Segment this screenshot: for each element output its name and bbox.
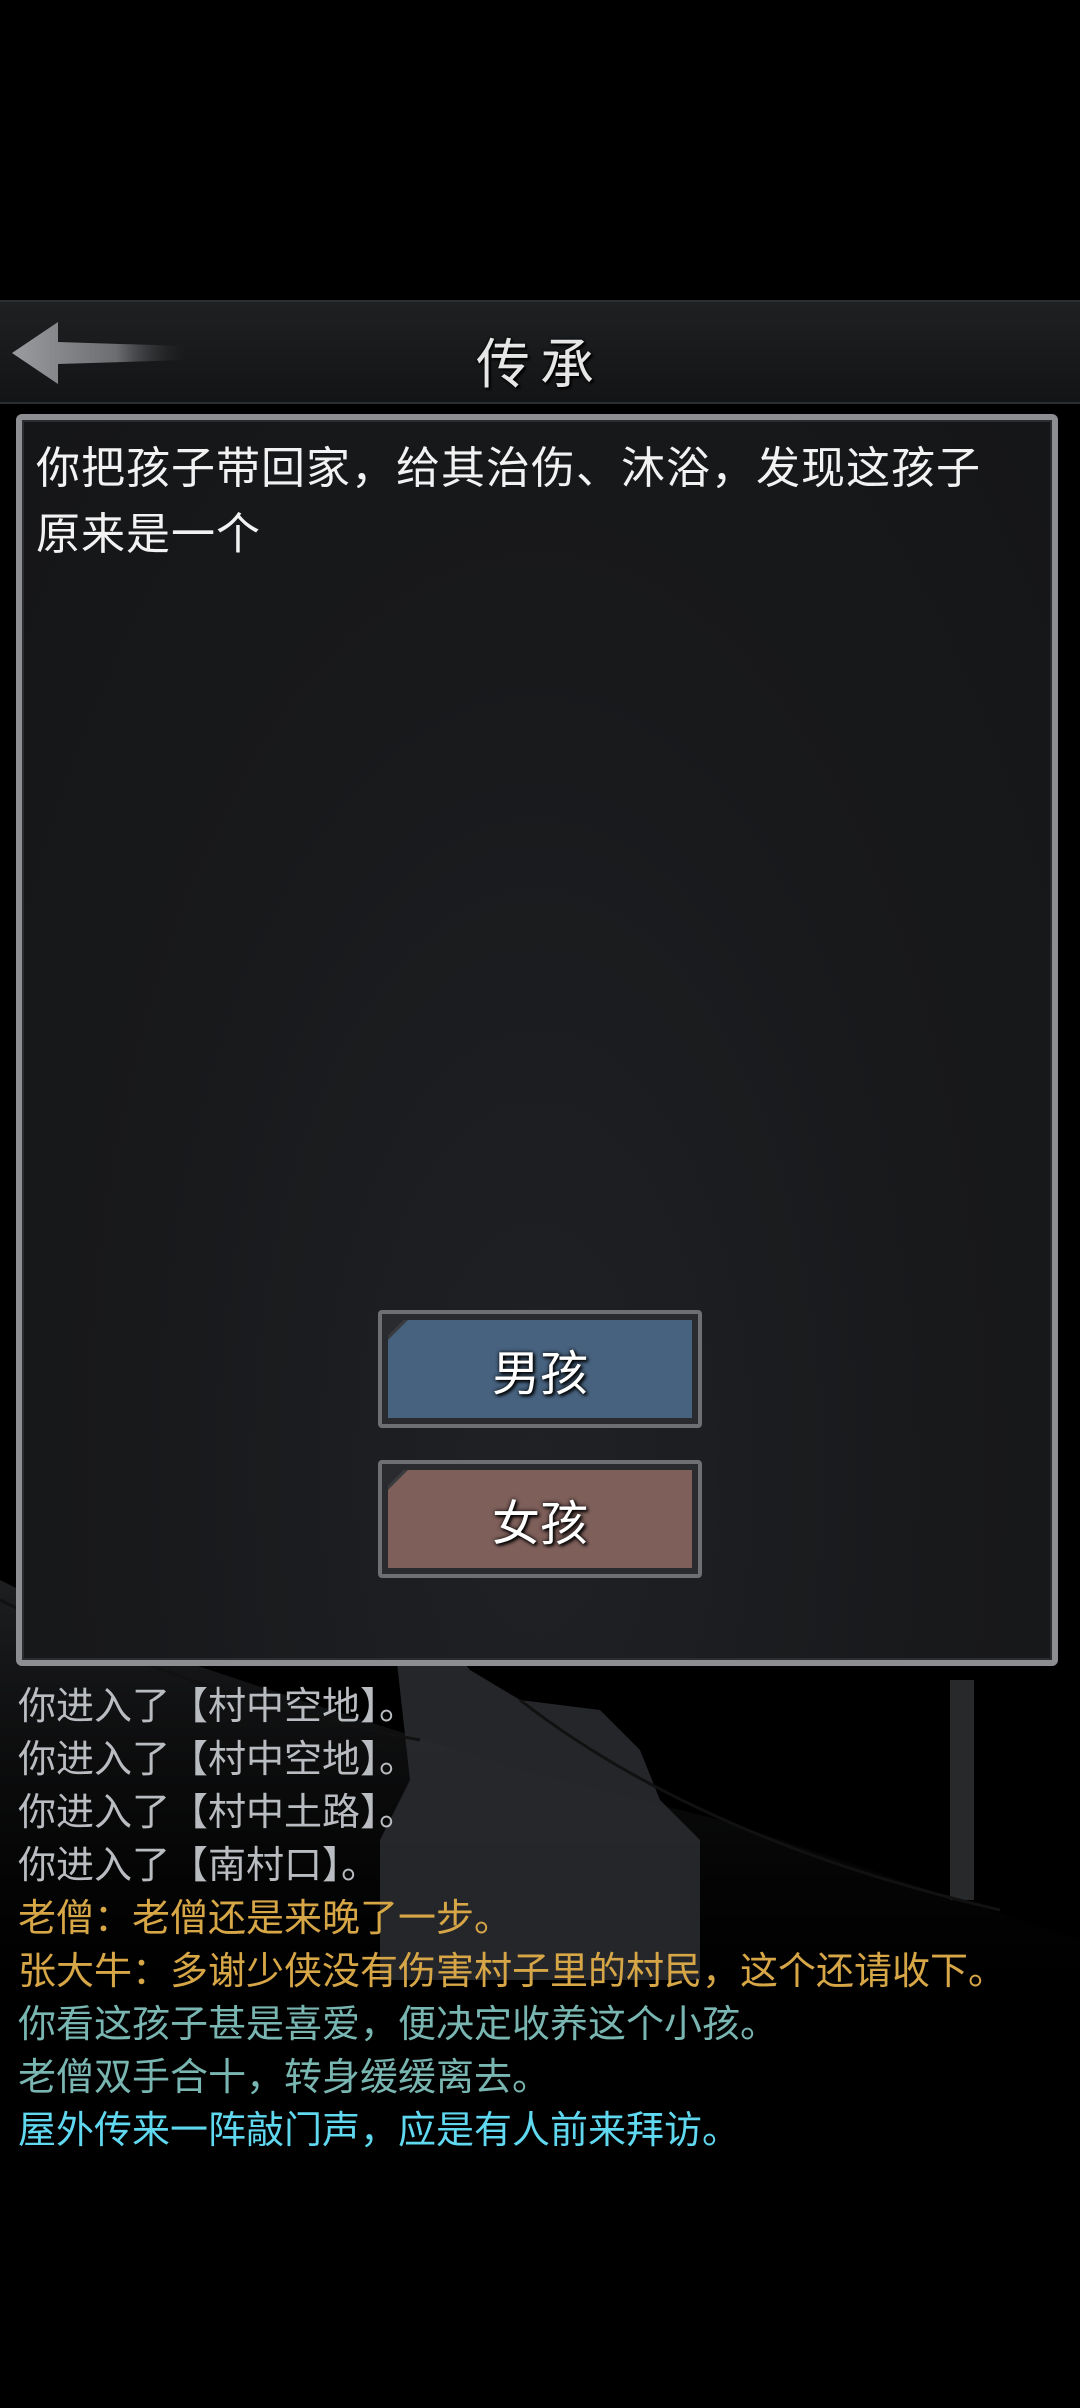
message-log: 你进入了【村中空地】。 你进入了【村中空地】。 你进入了【村中土路】。 你进入了… <box>18 1680 1068 2157</box>
page-title: 传承 <box>476 333 604 396</box>
log-entry: 你进入了【村中空地】。 <box>18 1684 418 1728</box>
story-text: 你把孩子带回家，给其治伤、沐浴，发现这孩子原来是一个 <box>36 443 981 560</box>
log-entry: 老僧双手合十，转身缓缓离去。 <box>18 2055 551 2099</box>
log-entry: 老僧：老僧还是来晚了一步。 <box>18 1896 513 1940</box>
choice-boy-label: 男孩 <box>388 1320 692 1418</box>
choice-girl-label: 女孩 <box>388 1470 692 1568</box>
choice-girl-button[interactable]: 女孩 <box>378 1460 702 1578</box>
log-entry: 屋外传来一阵敲门声，应是有人前来拜访。 <box>18 2108 741 2152</box>
log-entry: 你进入了【村中空地】。 <box>18 1737 418 1781</box>
log-entry: 你看这孩子甚是喜爱，便决定收养这个小孩。 <box>18 2002 779 2046</box>
log-entry: 你进入了【南村口】。 <box>18 1843 380 1887</box>
log-entry: 你进入了【村中土路】。 <box>18 1790 418 1834</box>
log-entry: 张大牛：多谢少侠没有伤害村子里的村民，这个还请收下。 <box>18 1949 1007 1993</box>
choice-boy-button[interactable]: 男孩 <box>378 1310 702 1428</box>
header-bar: 传承 <box>0 300 1080 404</box>
